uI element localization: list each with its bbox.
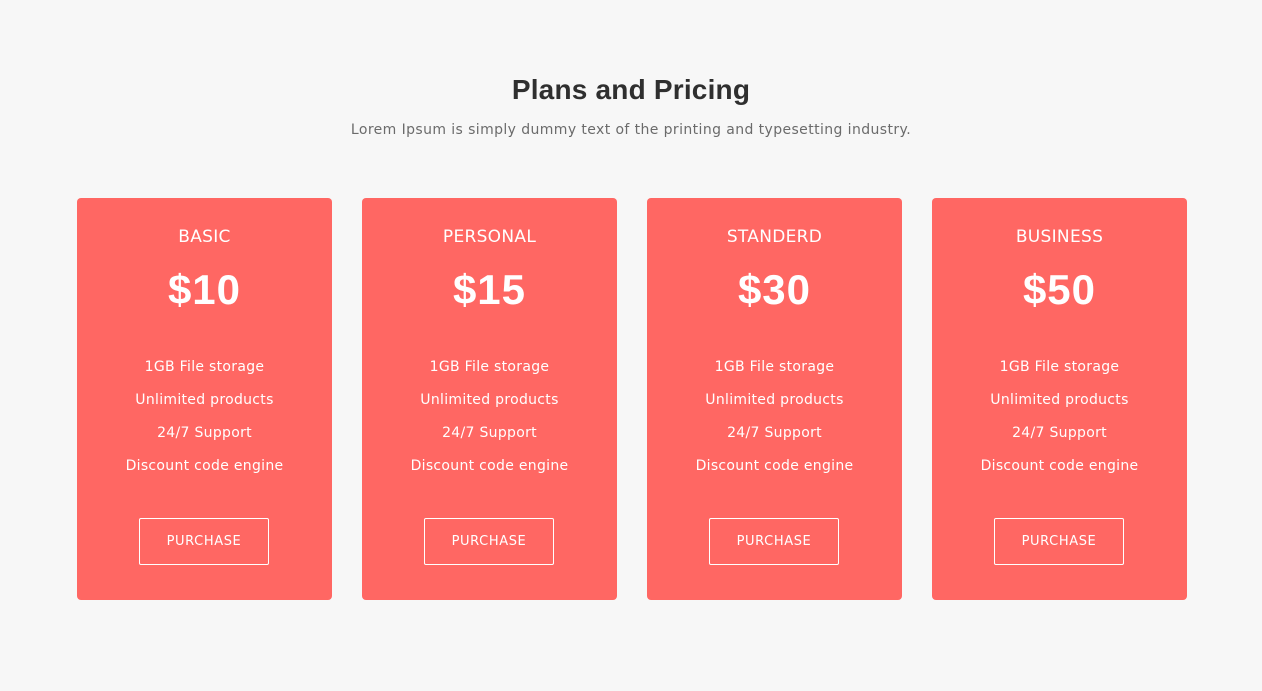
- plan-card-basic: BASIC $10 1GB File storage Unlimited pro…: [77, 198, 332, 600]
- plan-feature: 24/7 Support: [1012, 425, 1107, 441]
- plan-price: $50: [1022, 266, 1097, 313]
- plan-price: $30: [737, 266, 812, 313]
- plan-feature: Discount code engine: [410, 458, 569, 474]
- plan-feature: 24/7 Support: [442, 425, 537, 441]
- plan-features: 1GB File storage Unlimited products 24/7…: [932, 357, 1187, 489]
- plan-card-standerd: STANDERD $30 1GB File storage Unlimited …: [647, 198, 902, 600]
- plan-feature: 1GB File storage: [144, 359, 265, 375]
- plan-name: PERSONAL: [442, 227, 537, 247]
- plan-name: BUSINESS: [1015, 227, 1104, 247]
- plan-price: $10: [167, 266, 242, 313]
- plan-feature: 1GB File storage: [714, 359, 835, 375]
- purchase-button-business[interactable]: PURCHASE: [994, 518, 1124, 565]
- page-subtitle: Lorem Ipsum is simply dummy text of the …: [350, 122, 912, 138]
- plan-feature: Unlimited products: [420, 392, 559, 408]
- pricing-section: Plans and Pricing Lorem Ipsum is simply …: [0, 0, 1262, 691]
- plan-feature: Unlimited products: [135, 392, 274, 408]
- plan-feature: 1GB File storage: [999, 359, 1120, 375]
- plan-card-personal: PERSONAL $15 1GB File storage Unlimited …: [362, 198, 617, 600]
- page-title: Plans and Pricing: [511, 74, 751, 105]
- plan-feature: Unlimited products: [705, 392, 844, 408]
- plan-feature: Discount code engine: [980, 458, 1139, 474]
- plan-name: STANDERD: [726, 227, 823, 247]
- plan-feature: 24/7 Support: [727, 425, 822, 441]
- plan-card-business: BUSINESS $50 1GB File storage Unlimited …: [932, 198, 1187, 600]
- purchase-button-personal[interactable]: PURCHASE: [424, 518, 554, 565]
- purchase-button-standerd[interactable]: PURCHASE: [709, 518, 839, 565]
- plan-features: 1GB File storage Unlimited products 24/7…: [647, 357, 902, 489]
- plan-feature: 1GB File storage: [429, 359, 550, 375]
- plan-features: 1GB File storage Unlimited products 24/7…: [362, 357, 617, 489]
- purchase-button-basic[interactable]: PURCHASE: [139, 518, 269, 565]
- plan-name: BASIC: [178, 227, 231, 247]
- plan-feature: 24/7 Support: [157, 425, 252, 441]
- plan-price: $15: [452, 266, 527, 313]
- plan-features: 1GB File storage Unlimited products 24/7…: [77, 357, 332, 489]
- plan-feature: Discount code engine: [125, 458, 284, 474]
- pricing-plans: BASIC $10 1GB File storage Unlimited pro…: [77, 198, 1187, 600]
- plan-feature: Discount code engine: [695, 458, 854, 474]
- plan-feature: Unlimited products: [990, 392, 1129, 408]
